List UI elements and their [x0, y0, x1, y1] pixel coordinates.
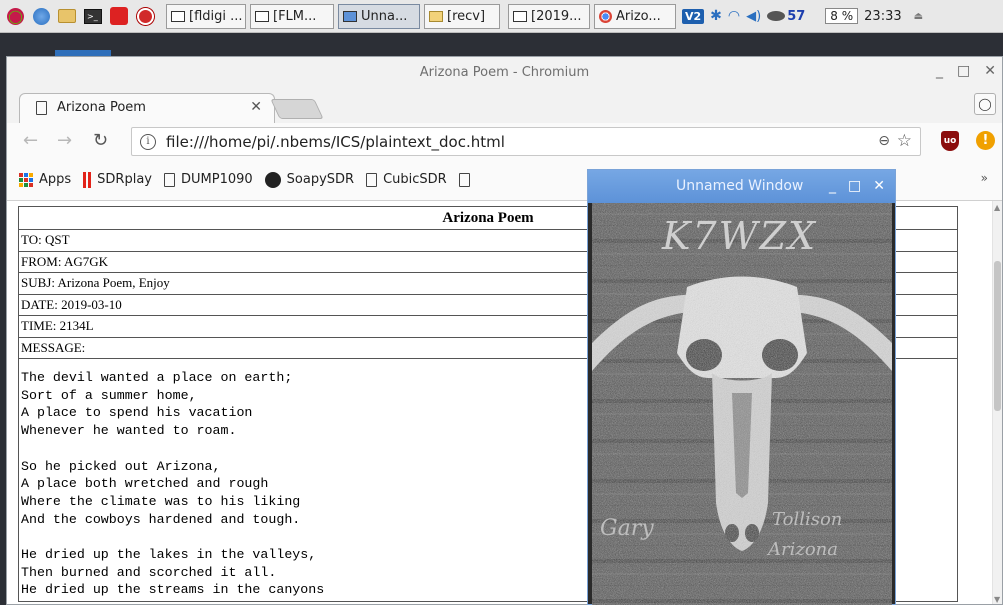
bookmark-cubicsdr[interactable]: CubicSDR: [366, 172, 447, 187]
unnamed-window-title: Unnamed Window: [676, 178, 804, 194]
scroll-up-icon[interactable]: ▲: [994, 203, 1000, 212]
window-title: Arizona Poem - Chromium: [7, 57, 1002, 87]
scroll-down-icon[interactable]: ▼: [994, 595, 1000, 604]
task-2019[interactable]: [2019...: [508, 3, 590, 29]
url-text: file:///home/pi/.nbems/ICS/plaintext_doc…: [166, 132, 505, 151]
folder-icon: [429, 10, 443, 22]
task-arizona-chromium[interactable]: Arizo...: [594, 3, 676, 29]
eject-icon[interactable]: ⏏: [914, 11, 923, 22]
maximize-icon[interactable]: □: [848, 170, 861, 203]
cpu-usage-indicator: 8 %: [825, 8, 859, 24]
image-right-word-1: Tollison: [772, 509, 842, 530]
forward-icon[interactable]: →: [57, 130, 72, 151]
ublock-origin-icon[interactable]: uo: [941, 131, 959, 151]
network-indicator[interactable]: 57: [767, 9, 805, 24]
scrollbar-thumb[interactable]: [994, 261, 1001, 411]
task-recv-folder[interactable]: [recv]: [424, 3, 500, 29]
window-icon: [343, 10, 357, 22]
bookmark-partial[interactable]: [458, 172, 470, 187]
zoom-icon[interactable]: ⊖: [878, 133, 890, 149]
image-callsign: K7WZX: [661, 214, 817, 258]
bookmark-star-icon[interactable]: ☆: [897, 131, 912, 151]
mathematica-launcher-icon[interactable]: [108, 5, 130, 27]
web-browser-launcher-icon[interactable]: [30, 5, 52, 27]
file-manager-launcher-icon[interactable]: [56, 5, 78, 27]
bookmark-dump1090[interactable]: DUMP1090: [164, 172, 253, 187]
task-fldigi[interactable]: [fldigi ...: [166, 3, 246, 29]
address-bar[interactable]: i file:///home/pi/.nbems/ICS/plaintext_d…: [131, 127, 921, 156]
window-icon: [255, 10, 269, 22]
window-icon: [513, 10, 527, 22]
skull-image: K7WZX Gary Tollison Arizona: [592, 203, 892, 605]
vnc-icon[interactable]: V2: [682, 8, 705, 24]
sdrplay-icon: [83, 171, 92, 188]
more-bookmarks-icon[interactable]: »: [981, 171, 988, 185]
warning-icon[interactable]: !: [976, 131, 995, 150]
close-icon[interactable]: ✕: [984, 63, 996, 79]
task-flmsg[interactable]: [FLM...: [250, 3, 334, 29]
bookmark-apps[interactable]: Apps: [19, 172, 71, 187]
unnamed-window-titlebar[interactable]: Unnamed Window _ □ ✕: [588, 170, 895, 203]
unnamed-window: Unnamed Window _ □ ✕ K7WZX Gary Tollison…: [587, 169, 896, 605]
desktop: [0, 33, 1003, 55]
close-icon[interactable]: ✕: [873, 170, 885, 203]
browser-toolbar: ← → ↻ i file:///home/pi/.nbems/ICS/plain…: [7, 123, 1002, 159]
chromium-icon: [599, 9, 612, 23]
tab-title: Arizona Poem: [57, 100, 146, 115]
task-unnamed-window[interactable]: Unna...: [338, 3, 420, 29]
minimize-icon[interactable]: _: [829, 170, 836, 203]
apps-grid-icon: [19, 172, 33, 187]
clock[interactable]: 23:33: [864, 9, 901, 24]
tab-strip: Arizona Poem ✕ ◯: [7, 87, 1002, 123]
minimize-icon[interactable]: _: [936, 63, 943, 79]
profile-icon[interactable]: ◯: [974, 93, 996, 115]
terminal-launcher-icon[interactable]: >_: [82, 5, 104, 27]
window-icon: [171, 10, 185, 22]
page-icon: [458, 172, 470, 187]
page-icon: [36, 100, 47, 115]
raspberry-menu-icon[interactable]: [4, 5, 26, 27]
bookmark-sdrplay[interactable]: SDRplay: [83, 171, 152, 188]
page-icon: [164, 172, 175, 187]
tab-arizona-poem[interactable]: Arizona Poem ✕: [19, 93, 275, 123]
new-tab-button[interactable]: [270, 99, 324, 119]
back-icon[interactable]: ←: [23, 130, 38, 151]
github-icon: [264, 171, 281, 188]
received-image: K7WZX Gary Tollison Arizona: [592, 203, 892, 605]
image-left-word: Gary: [600, 516, 654, 541]
wifi-icon[interactable]: ◠: [728, 8, 740, 24]
eye-icon: [767, 11, 786, 21]
taskbar: >_ [fldigi ... [FLM... Unna... [recv] [2…: [0, 0, 1003, 33]
vertical-scrollbar[interactable]: ▲ ▼: [992, 201, 1002, 604]
wolfram-launcher-icon[interactable]: [134, 5, 156, 27]
reload-icon[interactable]: ↻: [93, 130, 108, 151]
tab-close-icon[interactable]: ✕: [250, 99, 262, 115]
maximize-icon[interactable]: □: [957, 63, 970, 79]
bluetooth-icon[interactable]: ✱: [710, 8, 722, 24]
volume-icon[interactable]: ◀): [746, 9, 761, 24]
page-icon: [366, 172, 378, 187]
bookmark-soapysdr[interactable]: SoapySDR: [264, 171, 354, 188]
image-right-word-2: Arizona: [766, 539, 838, 560]
info-icon[interactable]: i: [140, 133, 156, 150]
